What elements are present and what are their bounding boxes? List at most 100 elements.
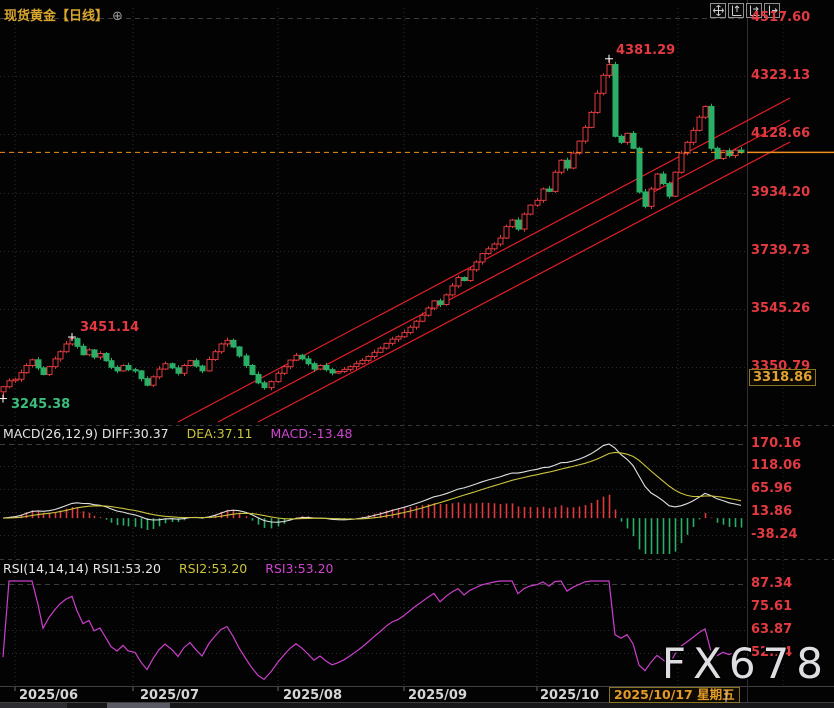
rsi-axis-label: 75.61 [751,599,792,614]
candle-body [360,360,365,363]
candle-body [145,379,150,386]
candle-body [157,369,162,377]
candle-body [601,75,606,93]
candle-body [432,301,437,308]
candle-body [256,374,261,382]
candle-body [462,278,467,281]
candle-body [200,366,205,371]
candle-body [402,333,407,337]
rsi-axis-label: 87.34 [751,576,792,591]
candle-body [378,348,383,352]
candle-body [237,347,242,356]
candle-body [58,352,63,359]
candle-body [565,160,570,168]
candle-body [300,355,305,359]
macd-params-and-diff: MACD(26,12,9) DIFF:30.37 [3,426,169,441]
candle-body [312,364,317,369]
candle-body [219,344,224,352]
candle-body [384,343,389,348]
rsi-axis-label: 63.87 [751,622,792,637]
candle-body [126,365,131,369]
candle-body [348,367,353,370]
candle-body [170,364,175,368]
candle-body [559,160,564,172]
axis-cursor-tick: | [724,688,728,702]
candle-body [41,368,46,375]
add-indicator-icon[interactable]: ⊕ [112,9,123,24]
candle-body [492,244,497,249]
candle-body [372,352,377,356]
period-label: 【日线】 [56,9,108,24]
price-axis-label: 4517.60 [751,10,810,25]
candle-body [673,172,678,196]
candle-body [583,127,588,141]
candlestick-chart-canvas[interactable] [0,0,834,708]
time-axis-month-label: 2025/08 [283,688,342,703]
candle-body [504,227,509,238]
candle-body [231,340,236,347]
candle-body [366,357,371,361]
candle-body [450,286,455,295]
move-crosshair-icon[interactable] [710,3,726,18]
macd-axis-label: 118.06 [751,458,801,473]
candle-body [53,359,58,367]
time-axis-month-label: 2025/07 [140,688,199,703]
candle-body [151,377,156,385]
candle-body [571,153,576,168]
candle-body [408,327,413,332]
candle-body [426,308,431,315]
trend-channel-line [218,120,790,422]
extremum-price-label: 3245.38 [11,397,70,412]
candle-body [324,365,329,369]
candle-body [182,365,187,373]
candle-body [1,387,6,392]
candle-body [354,364,359,367]
candle-body [396,337,401,339]
candle-body [468,270,473,281]
candle-body [456,278,461,286]
candle-body [194,361,199,366]
price-axis-label: 3739.73 [751,243,810,258]
candle-body [207,360,212,371]
candle-body [294,355,299,360]
candle-body [661,174,666,184]
candle-body [115,367,120,371]
candle-body [589,112,594,127]
candle-body [438,301,443,305]
time-axis-month-label: 2025/09 [408,688,467,703]
candle-body [13,379,18,380]
selected-date-label: 2025/10/17 星期五 [609,687,740,703]
candle-body [19,373,24,380]
candle-body [104,354,109,361]
fit-price-axis-icon[interactable] [728,3,744,18]
candle-body [250,365,255,374]
candle-body [577,141,582,153]
rsi2-value: RSI2:53.20 [179,561,247,576]
candle-body [541,189,546,200]
candle-body [516,220,521,229]
candle-body [139,371,144,379]
candle-body [306,359,311,364]
symbol-name: 现货黄金 [4,9,56,24]
candle-body [685,142,690,153]
candle-body [480,254,485,262]
candle-body [667,184,672,197]
candle-body [133,370,138,371]
candle-body [637,148,642,192]
candle-body [330,370,335,373]
scrollbar-thumb[interactable] [107,703,170,708]
candle-body [721,151,726,159]
macd-axis-label: 170.16 [751,436,801,451]
price-axis-label: 4323.13 [751,68,810,83]
candle-body [30,360,35,366]
candle-body [715,148,720,158]
time-axis-month-label: 2025/06 [19,688,78,703]
extremum-price-label: 4381.29 [616,43,675,58]
candle-body [36,360,41,368]
candle-body [163,364,168,369]
trend-channel-line [258,142,790,422]
macd-axis-label: -38.24 [751,527,798,542]
candle-body [176,368,181,373]
macd-axis-label: 13.86 [751,504,792,519]
candle-body [486,249,491,254]
